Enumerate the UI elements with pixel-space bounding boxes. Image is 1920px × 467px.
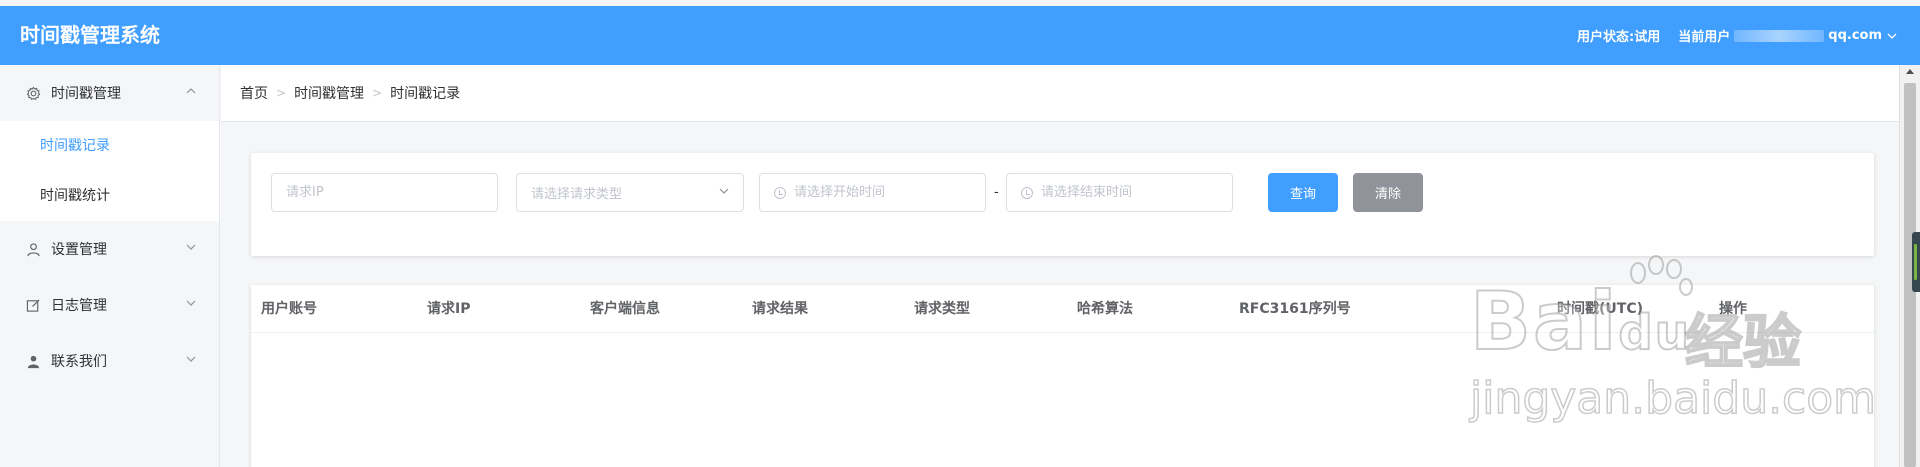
- user-email-suffix: qq.com: [1828, 28, 1882, 43]
- app-header: 时间戳管理系统 用户状态:试用 当前用户 qq.com: [0, 6, 1920, 65]
- user-status: 用户状态:试用: [1577, 30, 1661, 45]
- ip-input[interactable]: [286, 185, 497, 200]
- column-header: 请求类型: [914, 301, 970, 317]
- request-type-select[interactable]: 请选择请求类型: [516, 173, 744, 212]
- start-time-input[interactable]: [794, 185, 985, 200]
- sidebar-group-label: 联系我们: [51, 354, 107, 370]
- clear-button[interactable]: 清除: [1353, 173, 1423, 212]
- email-redaction: [1734, 29, 1825, 42]
- breadcrumb: 首页 > 时间戳管理 > 时间戳记录: [221, 65, 1899, 122]
- column-header: 请求结果: [752, 301, 808, 317]
- main-content: 首页 > 时间戳管理 > 时间戳记录 请选择请求类型 - 查询 清除 用户账号 …: [221, 65, 1899, 467]
- chevron-down-icon: [186, 244, 196, 250]
- side-panel-handle[interactable]: [1912, 232, 1920, 292]
- clock-icon: [774, 186, 786, 199]
- user-icon: [25, 241, 41, 257]
- chevron-up-icon: [186, 88, 196, 94]
- current-user-dropdown[interactable]: 当前用户 qq.com: [1678, 26, 1898, 45]
- sidebar-group-settings[interactable]: 设置管理: [0, 221, 219, 277]
- chevron-down-icon: [1887, 33, 1897, 39]
- sidebar-item-timestamp-records[interactable]: 时间戳记录: [0, 121, 219, 171]
- current-user-label: 当前用户: [1678, 30, 1731, 45]
- request-type-placeholder: 请选择请求类型: [531, 187, 623, 202]
- sidebar-group-label: 设置管理: [51, 242, 107, 258]
- chevron-down-icon: [719, 188, 729, 194]
- breadcrumb-current: 时间戳记录: [390, 86, 461, 102]
- app-title: 时间戳管理系统: [20, 23, 160, 47]
- column-header: 用户账号: [261, 301, 317, 317]
- column-header: 客户端信息: [590, 301, 660, 317]
- scroll-up-arrow-icon[interactable]: [1906, 69, 1914, 74]
- breadcrumb-home[interactable]: 首页: [240, 83, 268, 103]
- sidebar-group-label: 日志管理: [51, 298, 107, 314]
- records-table: 用户账号 请求IP 客户端信息 请求结果 请求类型 哈希算法 RFC3161序列…: [251, 285, 1874, 467]
- column-header: 操作: [1719, 301, 1747, 317]
- user-area: 用户状态:试用 当前用户 qq.com: [1577, 6, 1898, 65]
- end-time-picker[interactable]: [1006, 173, 1233, 212]
- chevron-right-icon: >: [276, 86, 287, 100]
- start-time-picker[interactable]: [759, 173, 986, 212]
- gear-icon: [25, 85, 41, 101]
- edit-icon: [25, 297, 41, 313]
- chevron-down-icon: [186, 300, 196, 306]
- breadcrumb-timestamp-management[interactable]: 时间戳管理: [294, 83, 364, 103]
- sidebar-group-logs[interactable]: 日志管理: [0, 277, 219, 333]
- ip-field[interactable]: [271, 173, 498, 212]
- sidebar-item-timestamp-stats[interactable]: 时间戳统计: [0, 171, 219, 221]
- clock-icon: [1021, 186, 1033, 199]
- column-header: 哈希算法: [1077, 301, 1133, 317]
- sidebar: 时间戳管理 时间戳记录 时间戳统计 设置管理 日志管理 联系我们: [0, 65, 220, 467]
- column-header: RFC3161序列号: [1239, 301, 1351, 317]
- chevron-down-icon: [186, 356, 196, 362]
- end-time-input[interactable]: [1041, 185, 1232, 200]
- submenu-timestamp: 时间戳记录 时间戳统计: [0, 121, 219, 221]
- chevron-right-icon: >: [372, 86, 383, 100]
- person-icon: [25, 353, 41, 369]
- sidebar-group-contact[interactable]: 联系我们: [0, 333, 219, 389]
- query-button[interactable]: 查询: [1268, 173, 1338, 212]
- sidebar-group-timestamp[interactable]: 时间戳管理: [0, 65, 219, 121]
- sidebar-group-label: 时间戳管理: [51, 86, 121, 102]
- column-header: 时间戳(UTC): [1557, 301, 1643, 317]
- column-header: 请求IP: [427, 301, 471, 317]
- search-panel: 请选择请求类型 - 查询 清除: [251, 153, 1874, 256]
- range-separator: -: [994, 185, 999, 200]
- table-header: 用户账号 请求IP 客户端信息 请求结果 请求类型 哈希算法 RFC3161序列…: [251, 285, 1874, 333]
